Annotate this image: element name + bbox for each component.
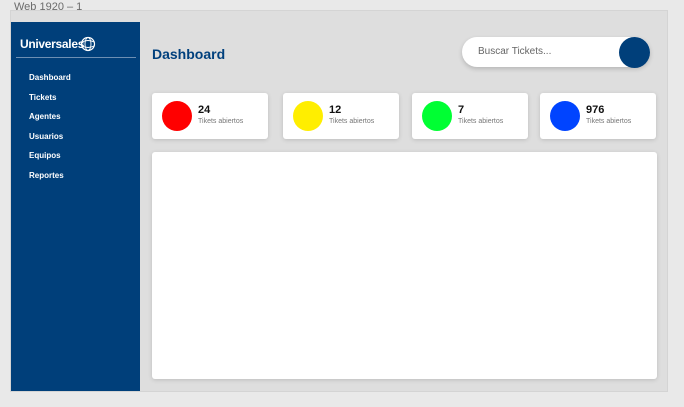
search-bar[interactable]: Buscar Tickets... [462,37,650,68]
stat-card: 12 Tikets abiertos [283,93,399,139]
sidebar-item-usuarios[interactable]: Usuarios [29,131,71,151]
status-dot-red [162,101,192,131]
stat-card: 976 Tikets abiertos [540,93,656,139]
search-button[interactable] [619,37,650,68]
artboard: Universales Dashboard Tickets Agentes Us… [11,11,667,391]
logo-divider [16,57,136,58]
stat-value: 976 [586,104,605,116]
sidebar-item-equipos[interactable]: Equipos [29,150,71,170]
logo[interactable]: Universales [20,32,130,56]
sidebar-item-agentes[interactable]: Agentes [29,111,71,131]
stat-caption: Tikets abiertos [458,118,504,125]
status-dot-yellow [293,101,323,131]
content-panel [152,152,657,379]
sidebar-nav: Dashboard Tickets Agentes Usuarios Equip… [29,72,71,189]
stat-card: 24 Tikets abiertos [152,93,268,139]
globe-icon [80,36,96,52]
stat-caption: Tikets abiertos [329,118,375,125]
stat-value: 24 [198,104,211,116]
stat-card: 7 Tikets abiertos [412,93,528,139]
status-dot-blue [550,101,580,131]
sidebar-item-dashboard[interactable]: Dashboard [29,72,71,92]
status-dot-green [422,101,452,131]
search-input[interactable]: Buscar Tickets... [478,46,551,57]
sidebar-item-tickets[interactable]: Tickets [29,92,71,112]
stat-caption: Tikets abiertos [586,118,632,125]
page-title: Dashboard [152,46,226,62]
stat-value: 12 [329,104,342,116]
stat-caption: Tikets abiertos [198,118,244,125]
logo-text: Universales [20,37,85,51]
sidebar: Universales Dashboard Tickets Agentes Us… [11,22,140,391]
stat-value: 7 [458,104,465,116]
sidebar-item-reportes[interactable]: Reportes [29,170,71,190]
